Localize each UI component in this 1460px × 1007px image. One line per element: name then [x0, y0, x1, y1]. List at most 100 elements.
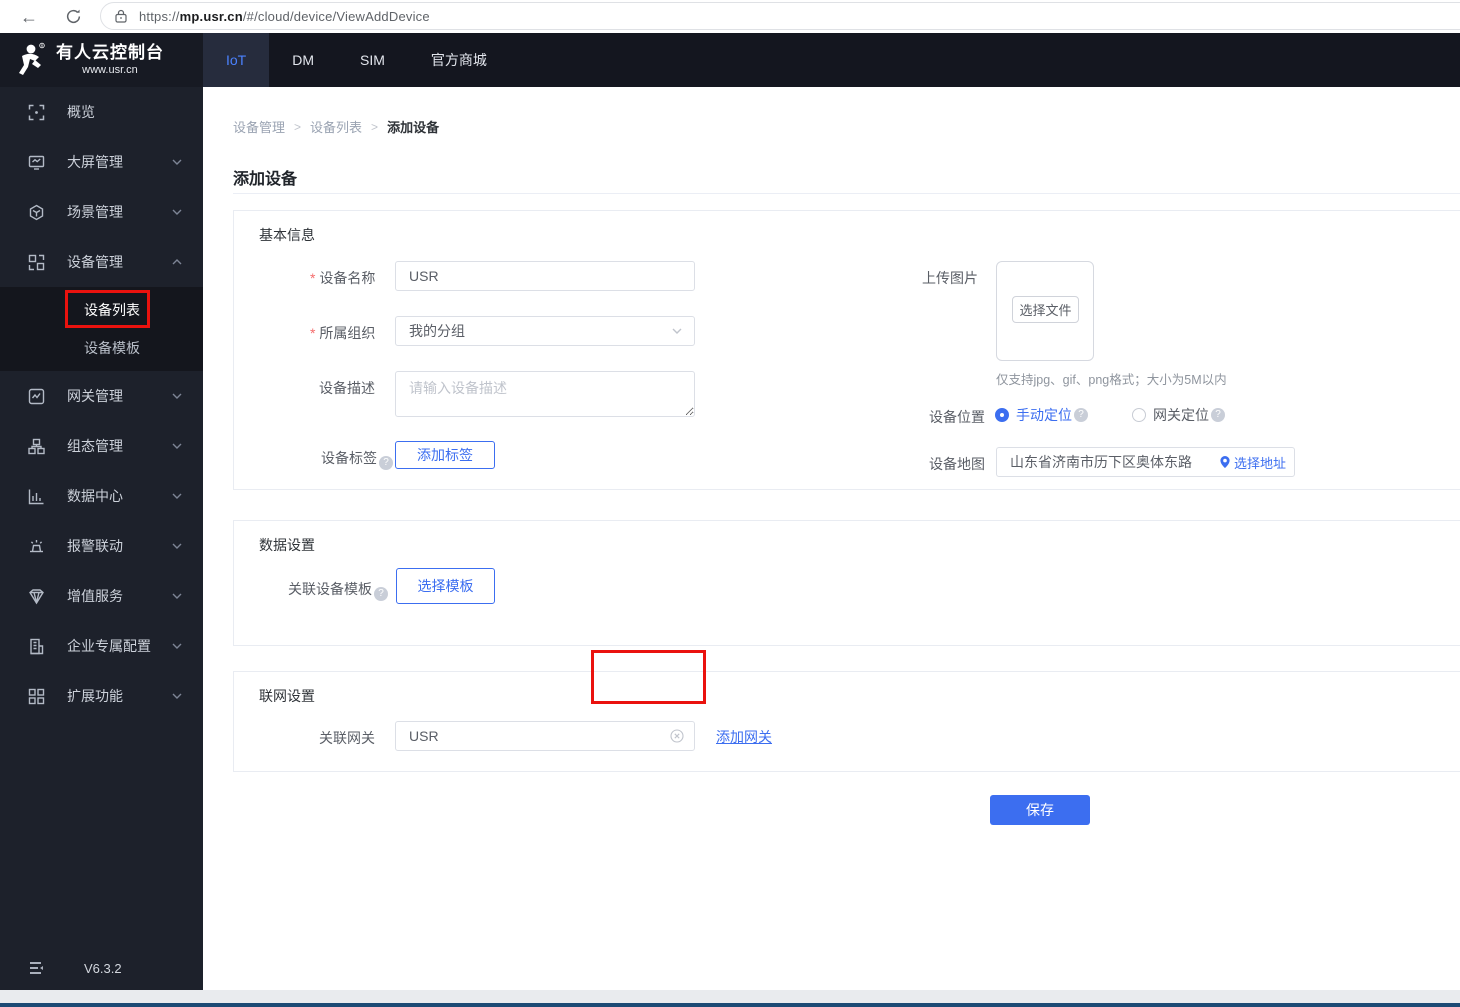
chevron-down-icon [171, 490, 183, 502]
sidebar-item-extensions[interactable]: 扩展功能 [0, 671, 203, 721]
chevron-down-icon [171, 440, 183, 452]
device-icon [28, 254, 45, 271]
breadcrumb-device-list[interactable]: 设备列表 [310, 117, 362, 136]
sidebar-item-device-mgmt[interactable]: 设备管理 [0, 237, 203, 287]
sidebar-item-label: 扩展功能 [67, 688, 123, 704]
map-pin-icon [1220, 456, 1230, 468]
gateway-label: 关联网关 [319, 730, 375, 746]
choose-address-link[interactable]: 选择地址 [1219, 453, 1294, 472]
chevron-down-icon [171, 156, 183, 168]
device-location-label: 设备位置 [929, 409, 985, 425]
device-map-value: 山东省济南市历下区奥体东路 [1010, 454, 1192, 470]
sidebar-item-gateway-mgmt[interactable]: 网关管理 [0, 371, 203, 421]
device-tags-label: 设备标签? [315, 448, 393, 470]
browser-back-button[interactable]: ← [16, 4, 42, 30]
svg-text:R: R [41, 44, 44, 48]
organization-label: 所属组织 [310, 323, 375, 343]
sidebar-item-scada-mgmt[interactable]: 组态管理 [0, 421, 203, 471]
sidebar-item-label: 企业专属配置 [67, 638, 151, 654]
upload-dropzone[interactable]: 选择文件 [996, 261, 1094, 361]
add-gateway-link[interactable]: 添加网关 [716, 727, 772, 747]
sidebar-item-screen-mgmt[interactable]: 大屏管理 [0, 137, 203, 187]
sidebar-item-data-center[interactable]: 数据中心 [0, 471, 203, 521]
horizontal-scrollbar[interactable] [0, 990, 1460, 1003]
device-mgmt-submenu: 设备列表 设备模板 [0, 287, 203, 371]
chevron-up-icon [171, 256, 183, 268]
browser-address-bar[interactable]: https://mp.usr.cn/#/cloud/device/ViewAdd… [100, 2, 1460, 30]
collapse-sidebar-icon[interactable] [30, 961, 46, 975]
chevron-down-icon [171, 640, 183, 652]
breadcrumb-device-mgmt[interactable]: 设备管理 [233, 117, 285, 136]
sidebar: 概览 大屏管理 场景管理 设备管理 设备列表 设备模板 网关管理 组态管理 数据… [0, 87, 203, 990]
scene-icon [28, 204, 45, 221]
sidebar-item-overview[interactable]: 概览 [0, 87, 203, 137]
app-header: R 有人云控制台 www.usr.cn IoT DM SIM 官方商城 [0, 33, 1460, 87]
brand-title: 有人云控制台 [56, 42, 164, 62]
sidebar-item-enterprise-config[interactable]: 企业专属配置 [0, 621, 203, 671]
sidebar-item-scene-mgmt[interactable]: 场景管理 [0, 187, 203, 237]
top-nav-tabs: IoT DM SIM 官方商城 [203, 33, 510, 87]
main-content: 设备管理 > 设备列表 > 添加设备 添加设备 基本信息 设备名称 所属组织 设… [203, 87, 1460, 990]
overview-icon [28, 104, 45, 121]
help-icon[interactable]: ? [374, 587, 388, 601]
chevron-down-icon [671, 325, 683, 337]
page-title: 添加设备 [233, 171, 298, 188]
brand-logo-area[interactable]: R 有人云控制台 www.usr.cn [0, 33, 203, 87]
chevron-down-icon [171, 390, 183, 402]
organization-select[interactable] [395, 316, 695, 346]
manual-locate-label[interactable]: 手动定位 [1016, 405, 1072, 425]
select-template-button[interactable]: 选择模板 [396, 568, 495, 604]
alarm-icon [28, 538, 45, 555]
network-settings-title: 联网设置 [259, 688, 315, 704]
help-icon[interactable]: ? [379, 456, 393, 470]
save-button[interactable]: 保存 [990, 795, 1090, 825]
sidebar-item-label: 概览 [67, 104, 95, 120]
sidebar-item-device-template[interactable]: 设备模板 [0, 329, 203, 367]
gateway-locate-radio[interactable] [1132, 408, 1146, 422]
breadcrumb: 设备管理 > 设备列表 > 添加设备 [233, 117, 439, 136]
tab-sim[interactable]: SIM [337, 33, 408, 87]
sidebar-item-label: 场景管理 [67, 204, 123, 220]
usr-logo-icon: R [19, 42, 45, 75]
sidebar-item-label: 增值服务 [67, 588, 123, 604]
sidebar-item-device-list[interactable]: 设备列表 [0, 291, 203, 329]
breadcrumb-add-device: 添加设备 [387, 120, 440, 135]
help-icon[interactable]: ? [1211, 408, 1225, 422]
clear-input-icon[interactable] [670, 729, 684, 743]
gateway-locate-label[interactable]: 网关定位 [1153, 405, 1209, 425]
url-text: https://mp.usr.cn/#/cloud/device/ViewAdd… [139, 8, 430, 24]
device-map-label: 设备地图 [929, 456, 985, 472]
device-map-input[interactable]: 山东省济南市历下区奥体东路 选择地址 [996, 447, 1295, 477]
tab-official-mall[interactable]: 官方商城 [408, 33, 510, 87]
browser-refresh-button[interactable] [60, 4, 86, 30]
device-name-input[interactable] [395, 261, 695, 291]
tab-dm[interactable]: DM [269, 33, 337, 87]
breadcrumb-separator: > [294, 119, 302, 134]
sidebar-item-value-added-services[interactable]: 增值服务 [0, 571, 203, 621]
sidebar-item-label: 设备管理 [67, 254, 123, 270]
device-description-textarea[interactable] [395, 371, 695, 417]
upload-image-label: 上传图片 [922, 270, 978, 286]
tab-iot[interactable]: IoT [203, 33, 270, 87]
device-template-label: 关联设备模板? [288, 579, 388, 601]
gateway-input[interactable] [395, 721, 695, 751]
manual-locate-radio[interactable] [995, 408, 1009, 422]
choose-file-button[interactable]: 选择文件 [1012, 296, 1079, 323]
add-tag-button[interactable]: 添加标签 [395, 441, 495, 469]
sidebar-item-label: 数据中心 [67, 488, 123, 504]
sidebar-item-alarm-linkage[interactable]: 报警联动 [0, 521, 203, 571]
data-settings-title: 数据设置 [259, 537, 315, 553]
chevron-down-icon [171, 206, 183, 218]
enterprise-icon [28, 638, 45, 655]
title-divider [233, 193, 1460, 194]
extension-icon [28, 688, 45, 705]
gateway-icon [28, 388, 45, 405]
brand-subtitle: www.usr.cn [82, 64, 138, 77]
sidebar-item-label: 报警联动 [67, 538, 123, 554]
data-icon [28, 488, 45, 505]
device-name-label: 设备名称 [310, 268, 375, 288]
vas-icon [28, 588, 45, 605]
lock-icon [115, 9, 127, 23]
breadcrumb-separator: > [371, 119, 379, 134]
help-icon[interactable]: ? [1074, 408, 1088, 422]
